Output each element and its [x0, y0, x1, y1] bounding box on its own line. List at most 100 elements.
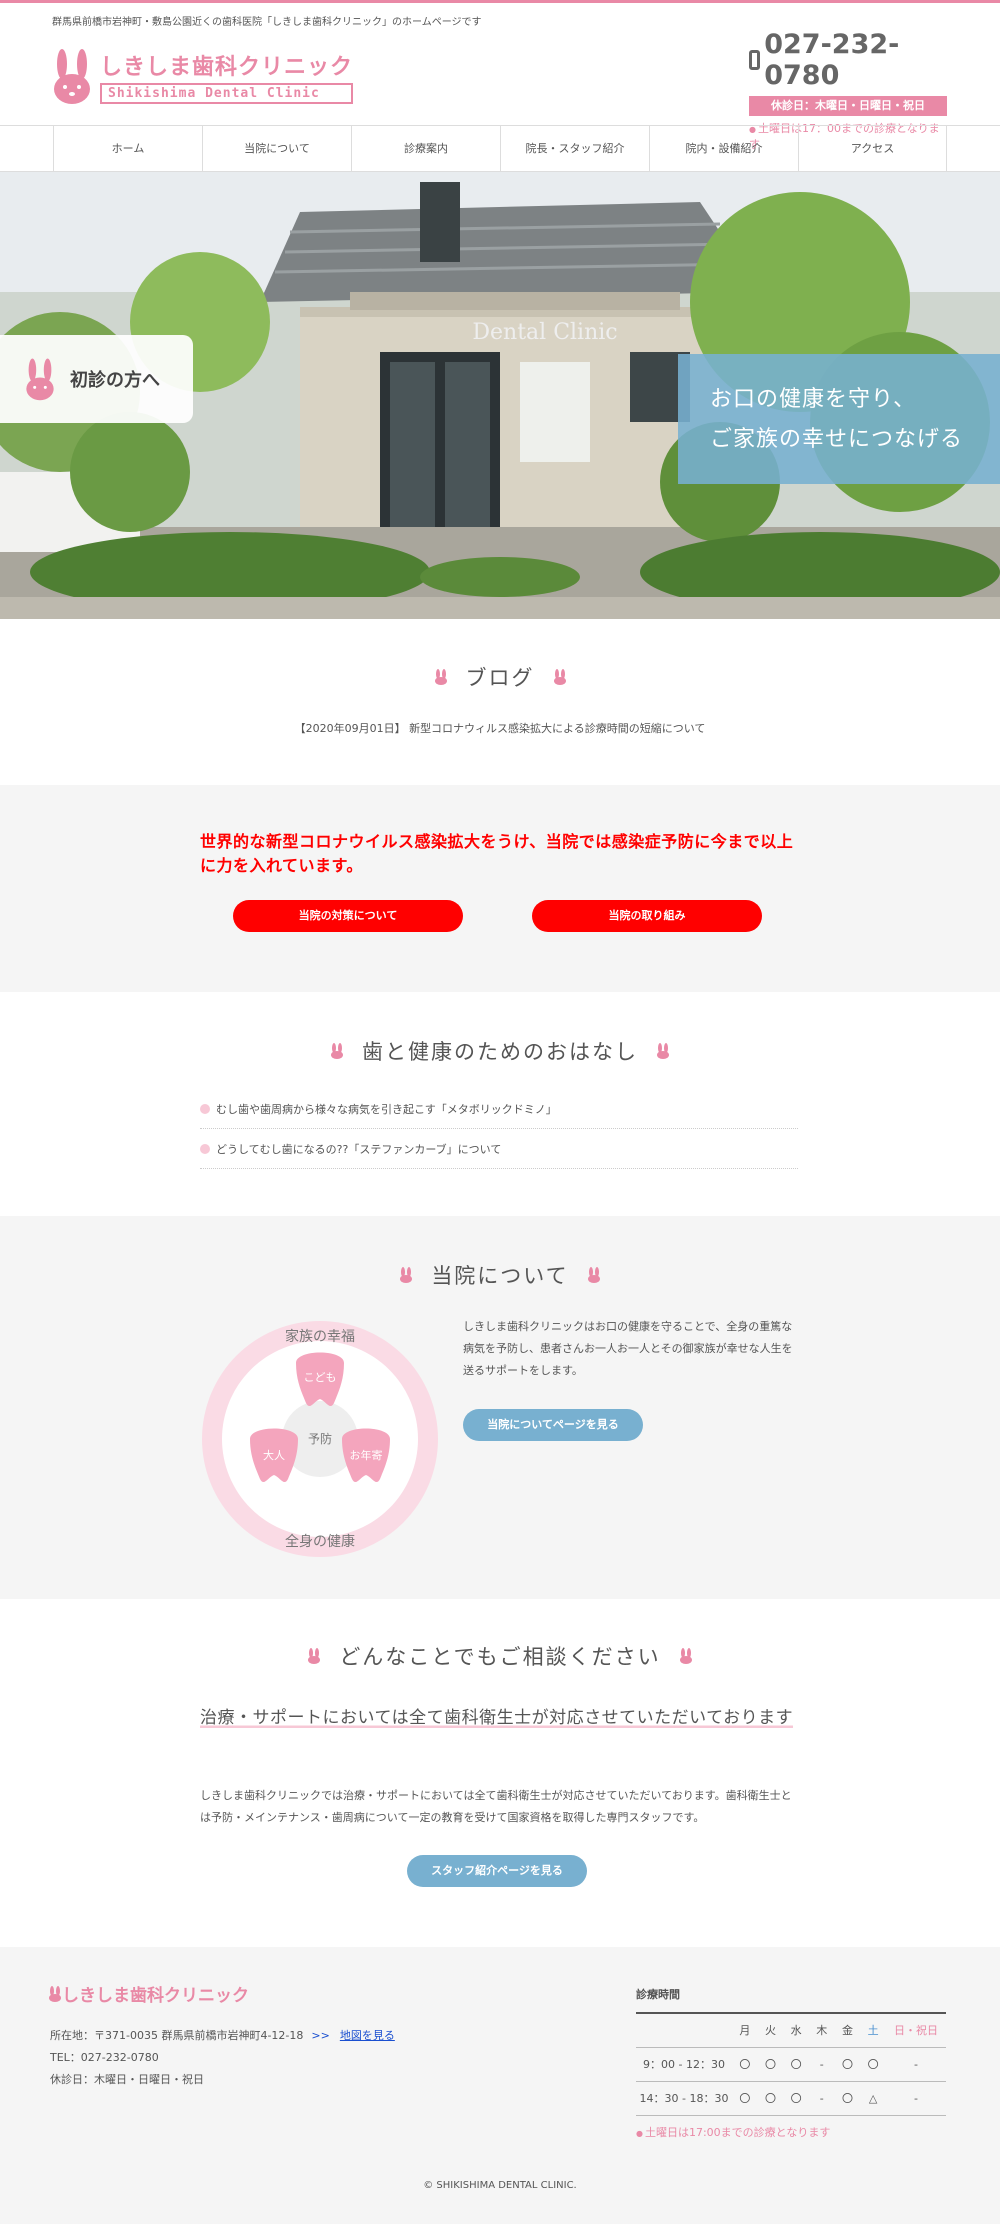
bunny-ornament-icon — [553, 669, 566, 685]
hours-mark: 〇 — [757, 2047, 784, 2082]
hours-block: 診療時間 月 火 水 木 金 土 日・祝日 9：00 - 12：30 〇 〇 〇… — [636, 1986, 946, 2140]
logo-name-en: Shikishima Dental Clinic — [100, 82, 354, 104]
nav-item-access[interactable]: アクセス — [798, 126, 947, 171]
site-header: 群馬県前橋市岩神町・敷島公園近くの歯科医院「しきしま歯科クリニック」のホームペー… — [0, 3, 1000, 151]
first-visit-button[interactable]: 初診の方へ — [0, 335, 193, 423]
health-item-label: むし歯や歯周病から様々な病気を引き起こす「メタボリックドミノ」 — [216, 1102, 557, 1116]
covid-message: 世界的な新型コロナウイルス感染拡大をうけ、当院では感染症予防に今まで以上に力を入… — [200, 832, 794, 875]
prevention-diagram: 家族の幸福 全身の健康 予防 こども 大人 お年寄 — [202, 1321, 438, 1557]
site-logo[interactable]: しきしま歯科クリニック Shikishima Dental Clinic — [50, 47, 354, 105]
health-article-list: むし歯や歯周病から様々な病気を引き起こす「メタボリックドミノ」 どうしてむし歯に… — [200, 1089, 798, 1169]
day-header-saturday: 土 — [860, 2013, 886, 2048]
health-title: 歯と健康のためのおはなし — [362, 1040, 638, 1064]
diagram-bottom-label: 全身の健康 — [285, 1533, 355, 1550]
covid-initiatives-button[interactable]: 当院の取り組み — [532, 900, 762, 932]
blog-post-link[interactable]: 【2020年09月01日】 新型コロナウィルス感染拡大による診療時間の短縮につい… — [0, 720, 1000, 736]
table-row: 14：30 - 18：30 〇 〇 〇 - 〇 △ - — [636, 2081, 946, 2116]
site-footer: しきしま歯科クリニック 所在地：〒371-0035 群馬県前橋市岩神町4-12-… — [0, 1947, 1000, 2224]
bunny-ornament-icon — [331, 1043, 343, 1059]
hours-time: 9：00 - 12：30 — [636, 2047, 732, 2082]
diagram-top-label: 家族の幸福 — [285, 1328, 355, 1345]
table-row: 9：00 - 12：30 〇 〇 〇 - 〇 〇 - — [636, 2047, 946, 2082]
staff-page-button[interactable]: スタッフ紹介ページを見る — [407, 1855, 587, 1887]
consult-heading: どんなことでもご相談ください — [0, 1641, 1000, 1671]
footer-info: 所在地：〒371-0035 群馬県前橋市岩神町4-12-18 >> 地図を見る TE… — [50, 2025, 395, 2091]
header-phone[interactable]: 027-232-0780 — [749, 29, 947, 91]
day-header: 木 — [808, 2013, 835, 2048]
covid-measures-button[interactable]: 当院の対策について — [233, 900, 463, 932]
about-heading: 当院について — [0, 1260, 1000, 1290]
hero-catchphrase: お口の健康を守り、 ご家族の幸せにつなげる — [678, 354, 1000, 484]
hours-time: 14：30 - 18：30 — [636, 2081, 732, 2116]
health-section: 歯と健康のためのおはなし むし歯や歯周病から様々な病気を引き起こす「メタボリック… — [0, 992, 1000, 1216]
about-page-button[interactable]: 当院についてページを見る — [463, 1409, 643, 1441]
diagram-adult-label: 大人 — [263, 1448, 285, 1462]
bunny-ornament-icon — [587, 1267, 600, 1283]
hours-mark: - — [886, 2081, 946, 2116]
blog-title: ブログ — [465, 666, 535, 690]
bunny-ornament-icon — [657, 1043, 669, 1059]
hours-mark: - — [886, 2047, 946, 2082]
hero-catch-line2: ご家族の幸せにつなげる — [710, 427, 964, 452]
footer-logo[interactable]: しきしま歯科クリニック — [48, 1981, 249, 2006]
footer-address: 所在地：〒371-0035 群馬県前橋市岩神町4-12-18 — [50, 2029, 304, 2042]
health-heading: 歯と健康のためのおはなし — [0, 1036, 1000, 1066]
hours-header-row: 月 火 水 木 金 土 日・祝日 — [636, 2013, 946, 2048]
consult-title: どんなことでもご相談ください — [339, 1645, 661, 1669]
hours-mark: 〇 — [757, 2081, 784, 2116]
day-header-holiday: 日・祝日 — [886, 2013, 946, 2048]
about-title: 当院について — [431, 1264, 569, 1288]
hours-mark: 〇 — [834, 2047, 861, 2082]
nav-item-facility[interactable]: 院内・設備紹介 — [649, 126, 798, 171]
consult-section: どんなことでもご相談ください 治療・サポートにおいては全て歯科衛生士が対応させて… — [0, 1599, 1000, 1947]
hero-catch-line1: お口の健康を守り、 — [710, 387, 917, 412]
hours-title: 診療時間 — [636, 1988, 680, 2001]
day-header: 月 — [732, 2013, 758, 2048]
consult-headline: 治療・サポートにおいては全て歯科衛生士が対応させていただいております — [200, 1699, 800, 1737]
bunny-logo-icon — [54, 49, 90, 104]
phone-icon — [749, 50, 761, 70]
list-item[interactable]: どうしてむし歯になるの??「ステファンカーブ」について — [200, 1129, 798, 1169]
hours-mark: 〇 — [732, 2047, 758, 2082]
hours-mark: 〇 — [732, 2081, 758, 2116]
bunny-logo-icon — [49, 1985, 61, 2002]
hours-note: 土曜日は17:00までの診療となります — [636, 2124, 946, 2140]
first-visit-label: 初診の方へ — [70, 370, 160, 391]
nav-item-treatment[interactable]: 診療案内 — [351, 126, 500, 171]
bunny-ornament-icon — [400, 1267, 413, 1283]
hours-mark: △ — [860, 2081, 886, 2116]
hours-mark: 〇 — [783, 2047, 809, 2082]
map-link-prefix: >> — [311, 2029, 330, 2042]
nav-item-home[interactable]: ホーム — [53, 126, 202, 171]
diagram-center-label: 予防 — [308, 1431, 332, 1446]
day-header: 水 — [783, 2013, 809, 2048]
diagram-elder-label: お年寄 — [350, 1448, 383, 1462]
day-header: 金 — [834, 2013, 861, 2048]
blog-section: ブログ 【2020年09月01日】 新型コロナウィルス感染拡大による診療時間の短… — [0, 620, 1000, 785]
closed-days-badge: 休診日：木曜日・日曜日・祝日 — [749, 96, 947, 116]
health-item-label: どうしてむし歯になるの??「ステファンカーブ」について — [216, 1142, 502, 1156]
bunny-ornament-icon — [679, 1648, 692, 1664]
list-item[interactable]: むし歯や歯周病から様々な病気を引き起こす「メタボリックドミノ」 — [200, 1089, 798, 1129]
bunny-icon — [26, 358, 54, 401]
building-sign: Dental Clinic — [472, 320, 617, 345]
footer-closed: 休診日：木曜日・日曜日・祝日 — [50, 2073, 204, 2086]
header-tagline: 群馬県前橋市岩神町・敷島公園近くの歯科医院「しきしま歯科クリニック」のホームペー… — [52, 17, 482, 28]
hours-mark: 〇 — [783, 2081, 809, 2116]
footer-tel: TEL：027-232-0780 — [50, 2051, 159, 2064]
day-header: 火 — [757, 2013, 784, 2048]
covid-section: 世界的な新型コロナウイルス感染拡大をうけ、当院では感染症予防に今まで以上に力を入… — [0, 785, 1000, 992]
phone-number: 027-232-0780 — [764, 29, 900, 91]
global-nav: ホーム 当院について 診療案内 院長・スタッフ紹介 院内・設備紹介 アクセス — [0, 125, 1000, 172]
hours-corner-cell — [636, 2013, 732, 2048]
about-description: しきしま歯科クリニックはお口の健康を守ることで、全身の重篤な病気を予防し、患者さ… — [463, 1320, 793, 1377]
hours-table: 月 火 水 木 金 土 日・祝日 9：00 - 12：30 〇 〇 〇 - 〇 — [636, 2012, 946, 2116]
hours-mark: 〇 — [860, 2047, 886, 2082]
bullet-dot-icon — [200, 1143, 210, 1154]
hours-mark: - — [808, 2047, 835, 2082]
map-link[interactable]: 地図を見る — [340, 2029, 395, 2042]
nav-item-staff[interactable]: 院長・スタッフ紹介 — [500, 126, 649, 171]
nav-item-about[interactable]: 当院について — [202, 126, 351, 171]
diagram-child-label: こども — [304, 1371, 337, 1384]
bunny-ornament-icon — [434, 669, 447, 685]
